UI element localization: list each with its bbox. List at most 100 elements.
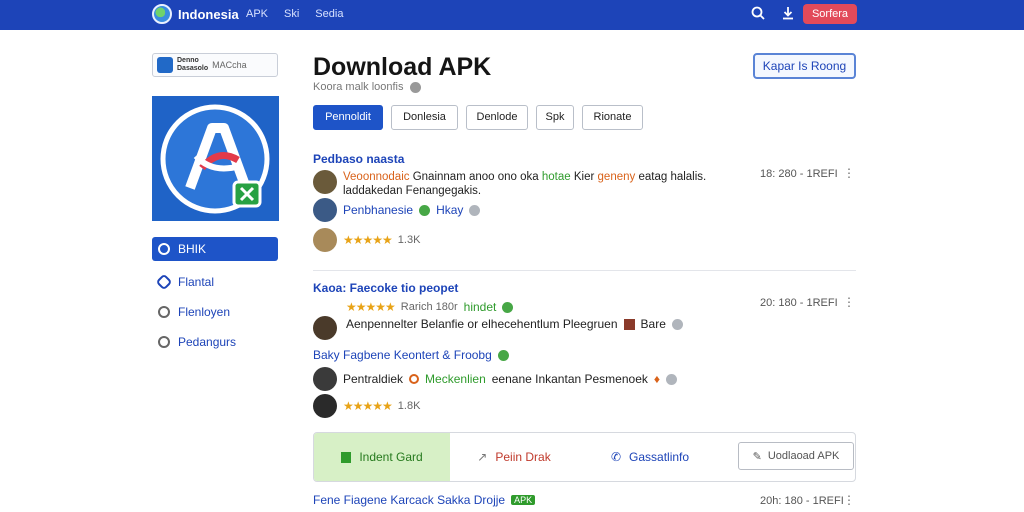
download-icon[interactable] — [779, 6, 797, 24]
app-chip-text: Denno Dasasolo — [177, 57, 208, 73]
section-title[interactable]: Baky Fagbene Keontert & Froobg — [313, 348, 492, 362]
comment-author[interactable]: Veoonnodaic — [343, 171, 410, 183]
tab-donlesia[interactable]: Donlesia — [391, 105, 458, 130]
avatar[interactable] — [313, 394, 337, 418]
pencil-icon: ✎ — [752, 450, 762, 463]
user-tag[interactable]: Hkay — [436, 203, 463, 217]
thumbs-up-icon — [341, 451, 352, 463]
comment-author[interactable]: Pentraldiek — [343, 372, 403, 386]
sidebar-item-pedangurs[interactable]: Pedangurs — [152, 330, 278, 354]
subtitle-text: Koora malk loonfis — [313, 81, 404, 93]
avatar[interactable] — [313, 228, 337, 252]
apk-badge: APK — [511, 495, 536, 505]
info-icon[interactable] — [469, 204, 481, 216]
comment-tag[interactable]: hotae — [542, 171, 571, 183]
rating-stars: ★★★★★ — [346, 300, 396, 314]
list-item: ★★★★★ 1.3K — [313, 228, 420, 252]
comment-row: Aenpennelter Belanfie or elhecehentlum P… — [346, 317, 683, 331]
avatar[interactable] — [313, 170, 337, 194]
avatar[interactable] — [313, 198, 337, 222]
header-action-button[interactable]: Kapar Is Roong — [753, 53, 856, 79]
sorfera-button[interactable]: Sorfera — [803, 4, 857, 24]
clock-icon — [158, 336, 170, 348]
section-meta: 18: 280 - 1REFI — [760, 168, 838, 180]
comment-tag[interactable]: Meckenlien — [425, 372, 486, 386]
nav-item-apk[interactable]: APK — [246, 8, 268, 20]
comment-text: Veoonnodaic Gnainnam anoo ono oka hotae … — [343, 170, 753, 198]
sidebar-item-label: Flenloyen — [178, 305, 231, 319]
top-bar: Indonesia APK Ski Sedia Sorfera — [0, 0, 1024, 30]
flame-icon: ♦ — [653, 372, 660, 386]
nav-item-sedia[interactable]: Sedia — [315, 8, 343, 20]
rating-text: Rarich 180r — [400, 301, 458, 313]
info-icon[interactable] — [671, 318, 683, 330]
comment-body: Gnainnam anoo ono oka — [412, 171, 539, 183]
more-icon[interactable]: ⋮ — [843, 166, 855, 180]
top-nav: APK Ski Sedia — [246, 8, 343, 20]
rating-stars: ★★★★★ — [343, 233, 393, 247]
tab-rionate[interactable]: Rionate — [582, 105, 643, 130]
page-subtitle: Koora malk loonfis — [313, 81, 421, 93]
verified-icon — [419, 204, 431, 216]
user-name[interactable]: Penbhanesie — [343, 203, 413, 217]
avatar[interactable] — [313, 367, 337, 391]
share-arrow-icon: ↗ — [477, 450, 488, 464]
verified-icon — [497, 349, 509, 361]
fire-icon — [409, 374, 420, 384]
heart-icon — [158, 306, 170, 318]
footer-title-row: Fene Fiagene Karcack Sakka Drojje APK — [313, 493, 536, 507]
nav-item-ski[interactable]: Ski — [284, 8, 299, 20]
comment-highlight: geneny — [597, 171, 636, 183]
sidebar-item-flantal[interactable]: Flantal — [152, 270, 278, 294]
print-draft-button[interactable]: ↗ Peiin Drak — [450, 433, 578, 481]
tab-denlode[interactable]: Denlode — [466, 105, 528, 130]
more-icon[interactable]: ⋮ — [843, 295, 855, 309]
sidebar-item-label: Flantal — [178, 275, 215, 289]
contact-info-label: Gassatlinfo — [629, 450, 690, 464]
flag-icon — [623, 318, 635, 330]
rating-tag[interactable]: hindet — [464, 300, 497, 314]
indent-card-button[interactable]: Indent Gard — [314, 433, 450, 481]
app-logo — [152, 96, 279, 221]
sidebar-item-bhik[interactable]: BHIK — [152, 237, 278, 261]
print-draft-label: Peiin Drak — [495, 450, 551, 464]
section-meta: 20: 180 - 1REFI — [760, 297, 838, 309]
list-item: Penbhanesie Hkay — [313, 198, 481, 222]
footer-title[interactable]: Fene Fiagene Karcack Sakka Drojje — [313, 493, 505, 507]
globe-icon[interactable] — [152, 4, 172, 24]
phone-icon: ✆ — [610, 450, 622, 464]
section-heading-row: Baky Fagbene Keontert & Froobg — [313, 348, 509, 362]
section-title[interactable]: Kaoa: Faecoke tio peopet — [313, 281, 458, 295]
sidebar-item-label: Pedangurs — [178, 335, 237, 349]
download-apk-label: Uodlaoad APK — [767, 450, 840, 462]
app-chip-label: MACcha — [212, 60, 247, 70]
brand-title[interactable]: Indonesia — [178, 7, 239, 22]
list-item — [313, 298, 337, 340]
app-mini-icon — [157, 57, 173, 73]
verified-icon — [502, 301, 514, 313]
tab-pennoldit[interactable]: Pennoldit — [313, 105, 383, 130]
page-title: Download APK — [313, 53, 492, 81]
contact-info-button[interactable]: ✆ Gassatlinfo — [578, 433, 722, 481]
more-icon[interactable]: ⋮ — [843, 493, 855, 507]
divider — [313, 270, 856, 271]
shield-icon — [158, 243, 170, 255]
list-item: ★★★★★ 1.8K — [313, 394, 420, 418]
avatar[interactable] — [313, 316, 337, 340]
section-title[interactable]: Pedbaso naasta — [313, 152, 404, 166]
app-chip[interactable]: Denno Dasasolo MACcha — [152, 53, 278, 77]
sidebar-item-flenloyen[interactable]: Flenloyen — [152, 300, 278, 324]
comment-word: Kier — [573, 171, 595, 183]
comment-body: eenane Inkantan Pesmenoek — [491, 372, 648, 386]
search-icon[interactable] — [749, 6, 767, 24]
link-icon — [155, 273, 173, 291]
sidebar-item-label: BHIK — [178, 242, 207, 256]
info-icon[interactable] — [666, 373, 677, 385]
comment-end: Bare — [640, 317, 666, 331]
rating-count: 1.3K — [397, 234, 421, 246]
app-chip-line2: Dasasolo — [177, 65, 209, 72]
list-item: Pentraldiek Meckenlien eenane Inkantan P… — [313, 367, 677, 391]
info-icon[interactable] — [409, 81, 421, 93]
tab-spk[interactable]: Spk — [536, 105, 574, 130]
download-apk-button[interactable]: ✎ Uodlaoad APK — [738, 442, 854, 470]
